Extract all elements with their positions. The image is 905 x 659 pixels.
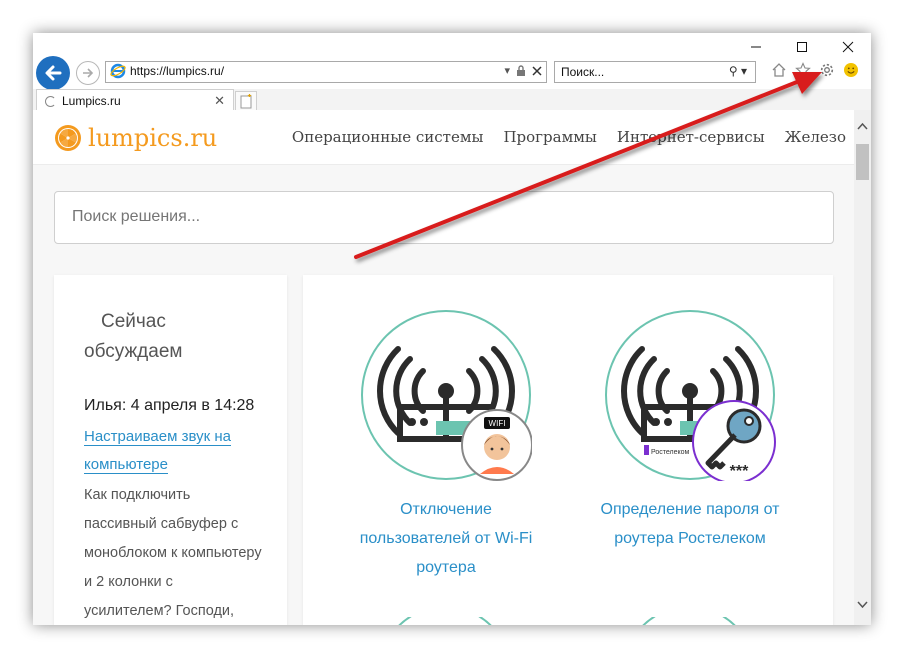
browser-search-box[interactable]: Поиск... ⚲ ▾ (554, 61, 756, 83)
lock-icon[interactable] (516, 65, 526, 76)
loading-icon (45, 96, 56, 107)
logo-text: lumpics.ru (88, 124, 218, 152)
rostelecom-logo-text: Ростелеком (651, 449, 690, 456)
navigation-bar: https://lumpics.ru/ ▾ Поиск... ⚲ ▾ (33, 53, 871, 90)
new-tab-icon (240, 94, 252, 109)
close-icon (842, 41, 854, 53)
ie-logo-icon (110, 63, 126, 79)
site-header: lumpics.ru Операционные системы Программ… (33, 110, 854, 165)
arrow-right-icon (83, 68, 94, 78)
arrow-left-icon (45, 65, 62, 81)
article-title-rostelecom: Определение пароля от роутера Ростелеком (600, 501, 780, 547)
site-nav: Операционные системы Программы Интернет-… (292, 128, 846, 146)
tab-title: Lumpics.ru (62, 94, 121, 108)
scroll-down-icon[interactable] (854, 596, 871, 613)
site-search-input[interactable] (70, 207, 814, 227)
browser-window: https://lumpics.ru/ ▾ Поиск... ⚲ ▾ Lumpi… (33, 33, 871, 625)
home-icon[interactable] (771, 62, 787, 78)
address-tools: ▾ (504, 64, 542, 77)
nav-item-programs[interactable]: Программы (503, 128, 596, 146)
article-thumbnail-rostelecom: Ростелеком *** (604, 309, 776, 484)
next-article-thumbnail-top (398, 617, 492, 625)
minimize-icon (751, 46, 761, 48)
orange-logo-icon (55, 125, 81, 151)
comment-text: Как подключить пассивный сабвуфер с моно… (84, 487, 262, 619)
url-text: https://lumpics.ru/ (130, 64, 225, 78)
gear-icon[interactable] (819, 62, 835, 78)
scrollbar-thumb[interactable] (856, 144, 869, 180)
web-page: lumpics.ru Операционные системы Программ… (33, 110, 854, 625)
favorites-star-icon[interactable] (795, 62, 811, 78)
feedback-smiley-icon[interactable] (843, 62, 859, 78)
router-wifi-illustration: WIFI (361, 310, 533, 481)
back-button[interactable] (36, 56, 70, 90)
page-scrollbar[interactable] (854, 110, 871, 625)
nav-item-hardware[interactable]: Железо (785, 128, 846, 146)
toolbar-icons (771, 62, 859, 78)
dropdown-icon[interactable]: ▾ (504, 64, 510, 77)
comment-article-link[interactable]: Настраиваем звук на компьютере (84, 423, 274, 479)
forward-button[interactable] (76, 61, 100, 85)
router-key-illustration: Ростелеком *** (605, 310, 776, 484)
address-bar[interactable]: https://lumpics.ru/ ▾ (105, 61, 547, 83)
maximize-icon (797, 42, 807, 52)
stop-icon[interactable] (532, 65, 542, 76)
tab-close-icon[interactable]: ✕ (214, 93, 225, 109)
nav-item-internet-services[interactable]: Интернет-сервисы (617, 128, 765, 146)
site-search-bar (54, 191, 834, 244)
discussion-sidebar: Сейчас обсуждаем Илья: 4 апреля в 14:28 … (54, 275, 287, 625)
sidebar-heading: Сейчас обсуждаем (84, 311, 183, 362)
site-logo[interactable]: lumpics.ru (54, 124, 217, 152)
search-icon[interactable]: ⚲ ▾ (729, 64, 747, 78)
comment-article-link-text: Настраиваем звук на компьютере (84, 428, 231, 474)
nav-item-os[interactable]: Операционные системы (292, 128, 484, 146)
article-title-wifi: Отключение пользователей от Wi-Fi роутер… (359, 501, 533, 576)
scroll-up-icon[interactable] (854, 118, 871, 135)
article-card-rostelecom[interactable]: Ростелеком *** Определение пароля от роу… (595, 309, 785, 553)
article-thumbnail-wifi: WIFI (360, 309, 533, 481)
wifi-badge-text: WIFI (489, 419, 506, 428)
password-stars: *** (730, 463, 749, 480)
comment-author: Илья: 4 апреля в 14:28 (84, 397, 255, 414)
browser-search-placeholder: Поиск... (561, 65, 605, 79)
article-card-wifi[interactable]: WIFI Отключение пользователей от Wi-Fi р… (351, 309, 541, 582)
articles-grid: WIFI Отключение пользователей от Wi-Fi р… (303, 275, 833, 625)
next-article-thumbnail-top (642, 617, 736, 625)
